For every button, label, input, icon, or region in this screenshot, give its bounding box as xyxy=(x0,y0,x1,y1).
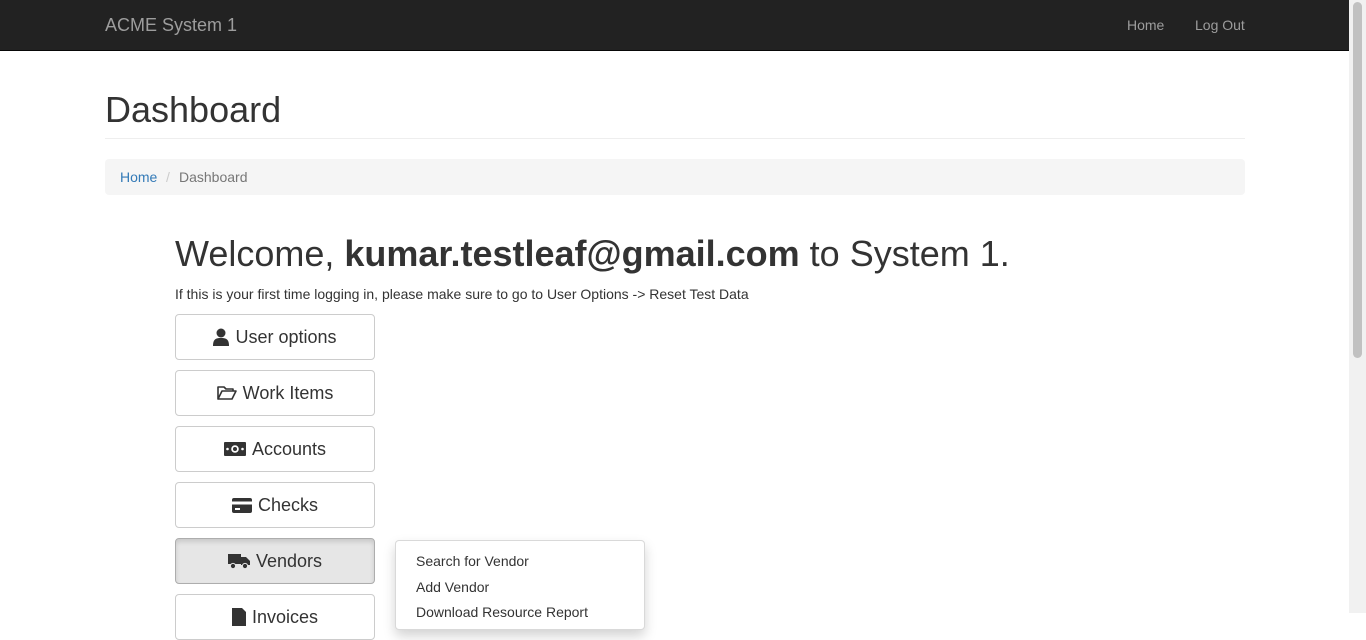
vertical-scrollbar[interactable] xyxy=(1349,0,1366,613)
download-resource-report-item[interactable]: Download Resource Report xyxy=(416,603,588,621)
user-options-label: User options xyxy=(235,326,337,347)
user-icon xyxy=(213,328,230,346)
page-title: Dashboard xyxy=(105,89,282,130)
accounts-button[interactable]: Accounts xyxy=(175,426,375,472)
invoices-button[interactable]: Invoices xyxy=(175,594,375,640)
credit-card-icon xyxy=(231,497,252,513)
truck-icon xyxy=(227,553,250,569)
brand-link[interactable]: ACME System 1 xyxy=(105,14,237,36)
work-items-label: Work Items xyxy=(242,382,334,403)
welcome-suffix: to System 1. xyxy=(799,233,1010,274)
work-items-button[interactable]: Work Items xyxy=(175,370,375,416)
scrollbar-thumb[interactable] xyxy=(1353,2,1362,358)
folder-open-icon xyxy=(216,385,237,401)
breadcrumb-home-link[interactable]: Home xyxy=(120,169,157,185)
welcome-prefix: Welcome, xyxy=(175,233,345,274)
invoice-icon xyxy=(231,608,246,626)
header-divider xyxy=(105,138,1245,139)
accounts-label: Accounts xyxy=(251,438,327,459)
nav-home-link[interactable]: Home xyxy=(1127,16,1164,34)
vendors-label: Vendors xyxy=(255,550,323,571)
welcome-heading: Welcome, kumar.testleaf@gmail.com to Sys… xyxy=(175,232,1010,276)
money-icon xyxy=(223,442,246,456)
first-login-hint: If this is your first time logging in, p… xyxy=(175,286,749,302)
checks-button[interactable]: Checks xyxy=(175,482,375,528)
top-navbar: ACME System 1 Home Log Out xyxy=(0,0,1349,51)
invoices-label: Invoices xyxy=(251,606,319,627)
checks-label: Checks xyxy=(257,494,319,515)
vendors-dropdown-menu: Search for Vendor Add Vendor Download Re… xyxy=(395,540,645,630)
add-vendor-item[interactable]: Add Vendor xyxy=(416,578,489,596)
nav-logout-link[interactable]: Log Out xyxy=(1195,16,1245,34)
user-options-button[interactable]: User options xyxy=(175,314,375,360)
welcome-user-email: kumar.testleaf@gmail.com xyxy=(344,233,800,274)
search-for-vendor-item[interactable]: Search for Vendor xyxy=(416,552,529,570)
breadcrumb-separator: / xyxy=(166,169,170,185)
vendors-button[interactable]: Vendors xyxy=(175,538,375,584)
breadcrumb-current: Dashboard xyxy=(179,169,248,185)
breadcrumb: Home / Dashboard xyxy=(105,159,1245,195)
